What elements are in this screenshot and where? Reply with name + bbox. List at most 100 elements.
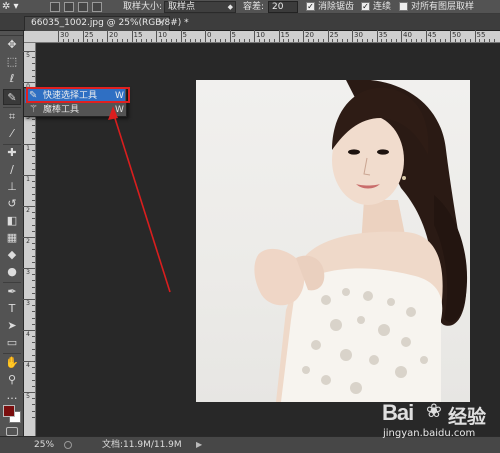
- status-menu-arrow-icon[interactable]: ▶: [196, 440, 206, 450]
- ruler-v-minor-tick: [32, 416, 35, 418]
- more-tools-icon[interactable]: …: [3, 388, 21, 404]
- ruler-v-minor-tick: [32, 212, 35, 214]
- sample-all-layers-label: 对所有图层取样: [411, 2, 475, 12]
- ruler-h-minor-tick: [445, 39, 447, 42]
- ruler-h-minor-tick: [234, 39, 236, 42]
- ruler-v-label: 1: [26, 176, 30, 183]
- contiguous-checkbox[interactable]: ✓: [361, 2, 370, 11]
- ruler-h-minor-tick: [420, 39, 422, 42]
- tolerance-label: 容差:: [243, 2, 265, 12]
- eraser-tool-icon[interactable]: ◧: [3, 213, 21, 229]
- ruler-h-minor-tick: [371, 39, 373, 42]
- ruler-h-minor-tick: [97, 39, 99, 42]
- baidu-jingyan-watermark: Bai ❀ 经验 jingyan.baidu.com: [382, 396, 498, 452]
- crop-tool-icon[interactable]: ⌗: [3, 109, 21, 125]
- pen-tool-icon[interactable]: ✒: [3, 284, 21, 300]
- ruler-v-label: 2: [26, 238, 30, 245]
- tolerance-input[interactable]: 20: [268, 1, 298, 13]
- document-tab[interactable]: 66035_1002.jpg @ 25%(RGB/8#) * ×: [24, 16, 189, 31]
- ruler-v-minor-tick: [32, 336, 35, 338]
- status-info-icon[interactable]: [64, 441, 72, 449]
- selection-mode-new-icon[interactable]: [50, 2, 60, 12]
- tool-preset-picker[interactable]: ✲ ▾: [2, 1, 32, 13]
- ruler-h-minor-tick: [440, 39, 442, 42]
- quick-selection-tool-icon[interactable]: ✎: [3, 89, 21, 105]
- ruler-v-minor-tick: [32, 243, 35, 245]
- foreground-color-swatch[interactable]: [3, 405, 15, 417]
- ruler-h-tick: [401, 30, 402, 42]
- sample-all-layers-checkbox[interactable]: [399, 2, 408, 11]
- shape-tool-icon[interactable]: ▭: [3, 335, 21, 351]
- blur-tool-icon[interactable]: ◆: [3, 247, 21, 263]
- ruler-v-minor-tick: [32, 398, 35, 400]
- move-tool-icon[interactable]: ✥: [3, 37, 21, 53]
- anti-alias-checkbox[interactable]: ✓: [306, 2, 315, 11]
- horizontal-ruler[interactable]: 30 25 20 15 10 5 0 5 10 15 20 25 30 35 40 45 50 55: [24, 30, 500, 43]
- zoom-level[interactable]: 25%: [34, 437, 54, 453]
- ruler-v-minor-tick: [32, 373, 35, 375]
- close-icon[interactable]: ×: [157, 17, 165, 30]
- hand-tool-icon[interactable]: ✋: [3, 355, 21, 371]
- ruler-h-minor-tick: [484, 39, 486, 42]
- flyout-item-magic-wand[interactable]: ⚚ 魔棒工具 W: [25, 103, 125, 117]
- ruler-v-minor-tick: [32, 385, 35, 387]
- ruler-v-minor-tick: [32, 156, 35, 158]
- selection-mode-subtract-icon[interactable]: [78, 2, 88, 12]
- ruler-h-minor-tick: [459, 39, 461, 42]
- ruler-h-tick: [327, 30, 329, 42]
- ruler-h-minor-tick: [332, 39, 334, 42]
- ruler-h-minor-tick: [391, 39, 393, 42]
- ruler-h-minor-tick: [77, 39, 79, 42]
- ruler-h-tick: [131, 30, 133, 42]
- toolbox: ✥ ⬚ ℓ ✎ ⌗ ⁄ ✚ ∕ ⊥ ↺ ◧ ▦ ◆ ● ✒ T ➤ ▭ ✋ ⚲ …: [0, 31, 24, 436]
- zoom-tool-icon[interactable]: ⚲: [3, 372, 21, 388]
- healing-brush-tool-icon[interactable]: ✚: [3, 145, 21, 161]
- sample-size-dropdown[interactable]: 取样点 ◆: [164, 1, 236, 13]
- brush-tool-icon[interactable]: ∕: [3, 162, 21, 178]
- ruler-v-minor-tick: [32, 317, 35, 319]
- ruler-h-minor-tick: [435, 39, 437, 42]
- ruler-h-tick: [474, 30, 476, 42]
- ruler-h-minor-tick: [469, 39, 471, 42]
- ruler-v-minor-tick: [32, 199, 35, 201]
- photo-canvas[interactable]: [196, 80, 470, 402]
- ruler-h-tick: [376, 30, 378, 42]
- selection-mode-add-icon[interactable]: [64, 2, 74, 12]
- ruler-h-minor-tick: [494, 39, 496, 42]
- path-selection-tool-icon[interactable]: ➤: [3, 318, 21, 334]
- ruler-h-tick: [278, 30, 280, 42]
- lasso-tool-icon[interactable]: ℓ: [3, 71, 21, 87]
- ruler-h-minor-tick: [160, 39, 162, 42]
- ruler-v-minor-tick: [32, 305, 35, 307]
- eyedropper-tool-icon[interactable]: ⁄: [3, 126, 21, 142]
- ruler-h-minor-tick: [141, 39, 143, 42]
- toolbox-grip[interactable]: [0, 31, 23, 36]
- type-tool-icon[interactable]: T: [3, 301, 21, 317]
- quick-mask-icon[interactable]: [6, 427, 18, 436]
- ruler-h-minor-tick: [356, 39, 358, 42]
- ruler-h-minor-tick: [298, 39, 300, 42]
- ruler-h-minor-tick: [146, 39, 148, 42]
- marquee-tool-icon[interactable]: ⬚: [3, 54, 21, 70]
- ruler-h-minor-tick: [185, 39, 187, 42]
- dodge-tool-icon[interactable]: ●: [3, 264, 21, 280]
- ruler-v-label: 1: [26, 145, 30, 152]
- gradient-tool-icon[interactable]: ▦: [3, 230, 21, 246]
- ruler-h-tick: [450, 30, 451, 42]
- ruler-h-minor-tick: [224, 39, 226, 42]
- selection-mode-intersect-icon[interactable]: [92, 2, 102, 12]
- history-brush-tool-icon[interactable]: ↺: [3, 196, 21, 212]
- clone-stamp-tool-icon[interactable]: ⊥: [3, 179, 21, 195]
- ruler-h-tick: [254, 30, 255, 42]
- ruler-v-label: 5: [26, 393, 30, 400]
- ruler-h-minor-tick: [361, 39, 363, 42]
- ruler-v-minor-tick: [32, 261, 35, 263]
- ruler-h-minor-tick: [479, 39, 481, 42]
- ruler-h-minor-tick: [72, 39, 74, 42]
- ruler-v-minor-tick: [32, 63, 35, 65]
- ruler-h-minor-tick: [214, 39, 216, 42]
- ruler-h-minor-tick: [322, 39, 324, 42]
- flyout-item-shortcut: W: [115, 105, 124, 115]
- annotation-highlight-box: [26, 87, 130, 103]
- ruler-v-minor-tick: [32, 249, 35, 251]
